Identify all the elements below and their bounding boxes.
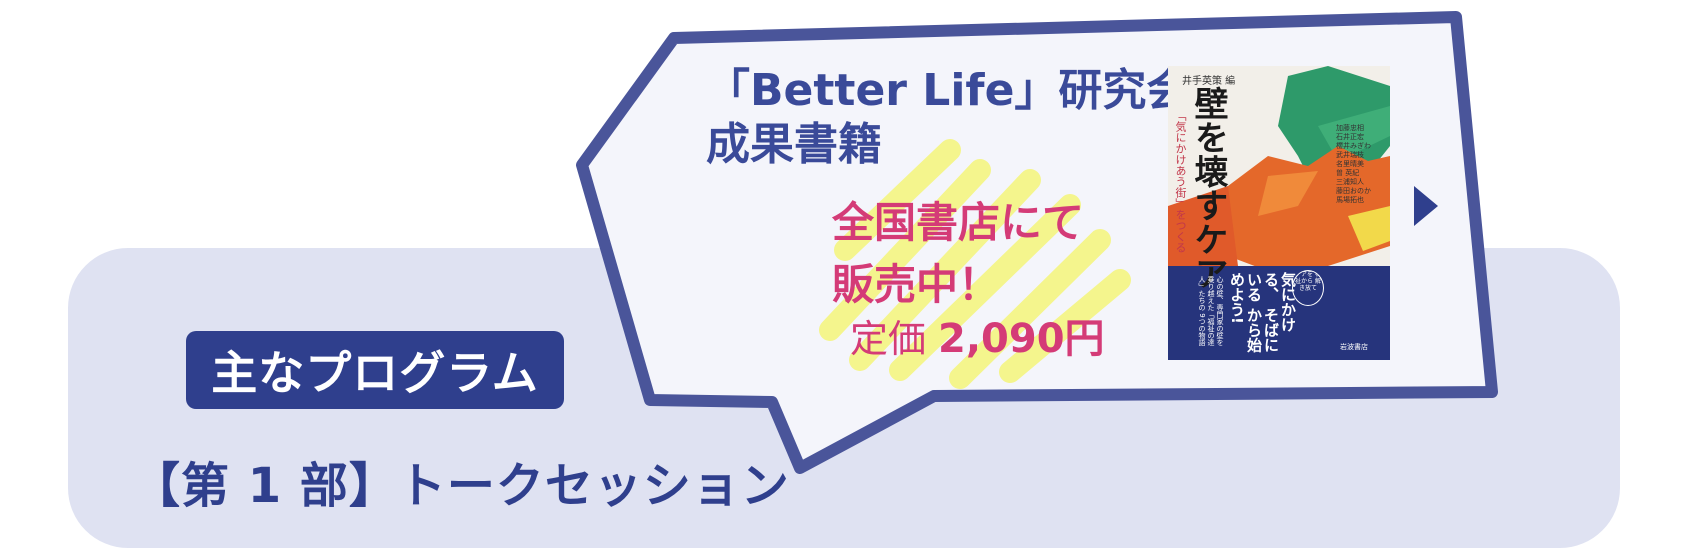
author: 櫻井みぎわ [1336,142,1371,150]
promo-title: 「Better Life」研究会 成果書籍 [706,64,1190,172]
author: 加藤忠相 [1336,124,1364,132]
author: 馬場拓也 [1336,196,1364,204]
sale-line1: 全国書店にて [832,198,1085,247]
book-authors: 加藤忠相 石井正宏 櫻井みぎわ 武井瑞枝 名里晴美 曽 英紀 三浦知人 藤田おの… [1336,124,1371,205]
author: 石井正宏 [1336,133,1364,141]
promo-title-line1: 「Better Life」研究会 [706,65,1191,116]
book-cover[interactable]: 井手英策 編 壁を壊すケア 「気にかけあう街」をつくる 加藤忠相 石井正宏 櫻井… [1168,66,1390,360]
author: 三浦知人 [1336,178,1364,186]
price-value: 2,090円 [938,316,1105,362]
book-band-small: 心の壁、専門家の壁を 乗り越えた「福祉の達人」たちの 9つの物語 [1198,276,1224,346]
author: 名里晴美 [1336,160,1364,168]
book-editor: 井手英策 編 [1182,76,1236,87]
main-program-badge: 主なプログラム [186,331,564,409]
author: 曽 英紀 [1336,169,1360,177]
sale-text: 全国書店にて 販売中！ [832,192,1084,316]
book-band-text: 気にかける、 そばにいる から始めよう! [1228,272,1297,356]
price: 定価 2,090円 [850,306,1105,364]
book-subtitle: 「気にかけあう街」をつくる [1174,110,1187,253]
author: 藤田おのか [1336,187,1371,195]
book-title: 壁を壊すケア [1188,86,1228,290]
author: 武井瑞枝 [1336,151,1364,159]
next-arrow-icon[interactable] [1412,184,1440,228]
book-publisher: 岩波書店 [1340,343,1368,351]
price-label: 定価 [850,317,927,361]
book-band-tag: ケアを 福祉から 解き放て [1292,270,1324,306]
section-heading: 【第 1 部】トークセッション [132,458,790,514]
promo-title-line2: 成果書籍 [706,119,882,170]
